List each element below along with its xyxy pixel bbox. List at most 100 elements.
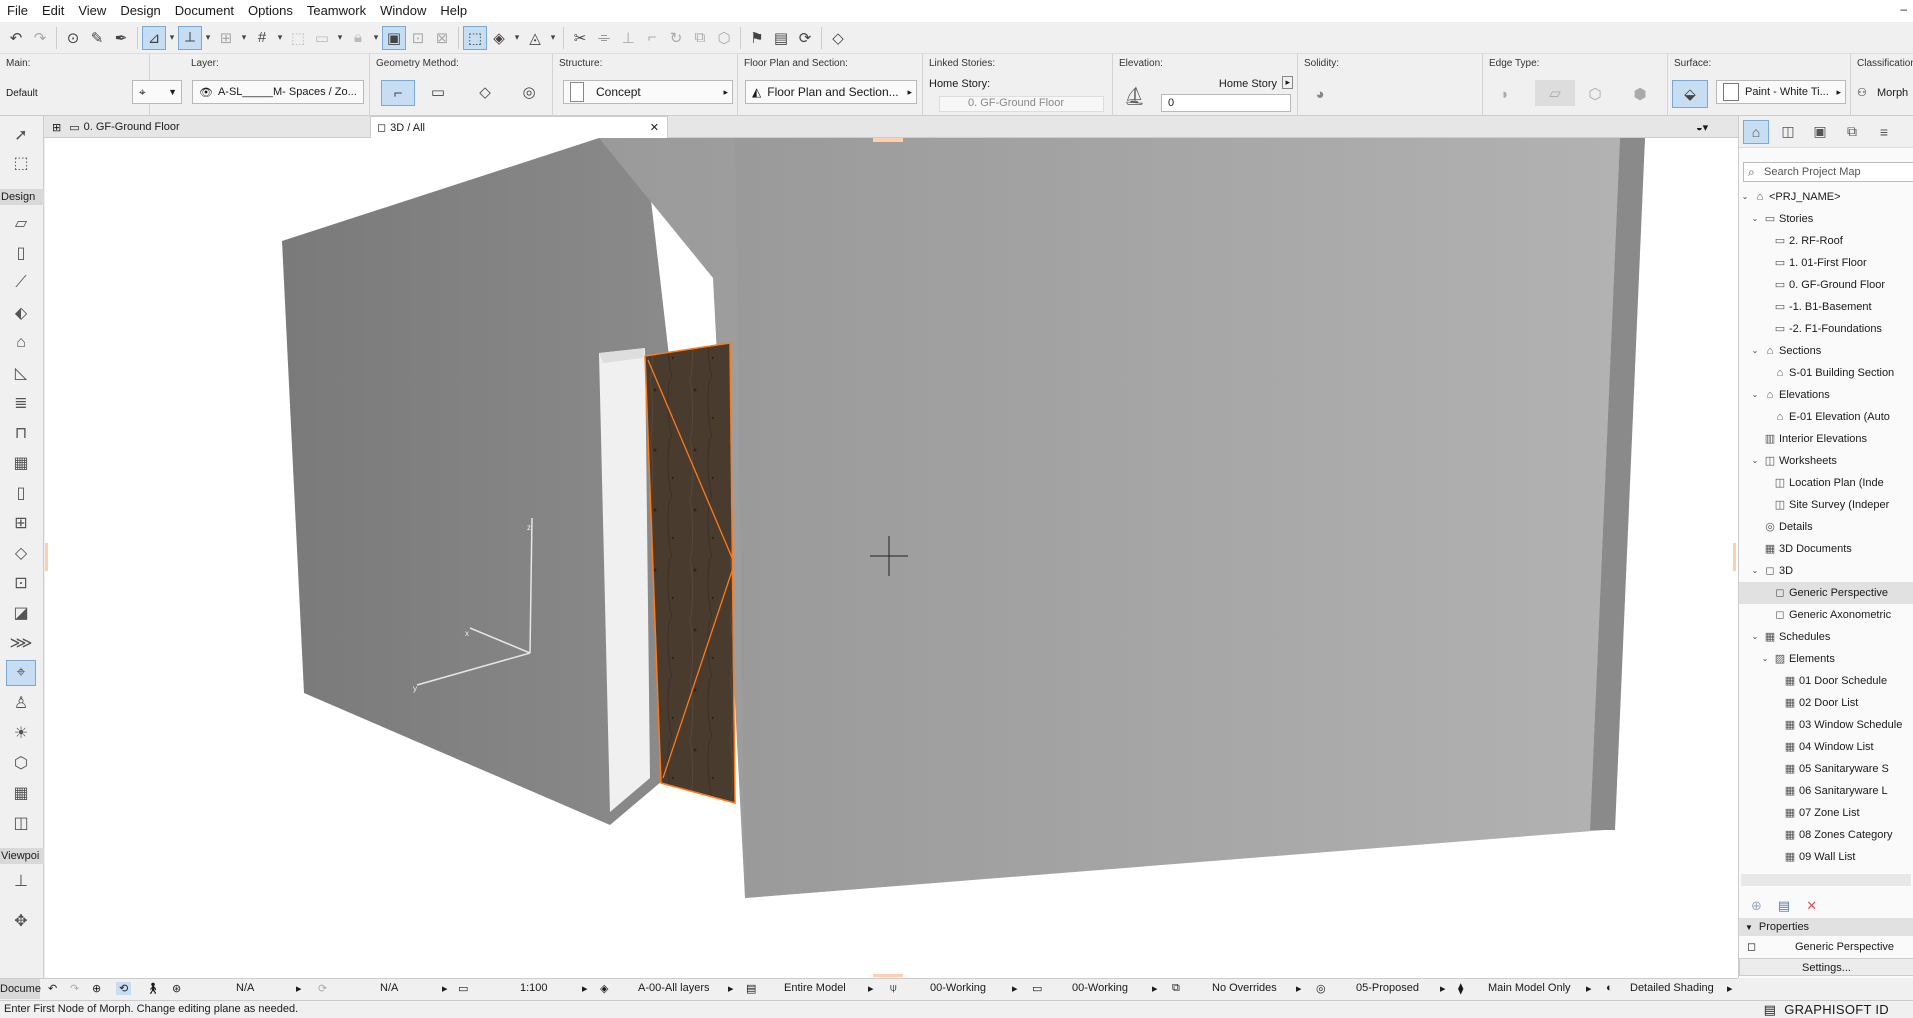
- pick-up-icon[interactable]: ✎: [85, 26, 109, 50]
- tree-item[interactable]: ▦ 09 Wall List: [1769, 846, 1856, 868]
- snap-guides-icon[interactable]: ⟂: [178, 25, 202, 50]
- offset-all-icon[interactable]: ⬡: [712, 26, 736, 50]
- elevation-input[interactable]: 0: [1161, 94, 1291, 112]
- tree-item[interactable]: ▭ 1. 01-First Floor: [1759, 252, 1867, 274]
- chevron-down-icon[interactable]: ⌄: [1739, 186, 1751, 208]
- tree-item[interactable]: ⌄ ▨ Elements: [1759, 648, 1835, 670]
- stair-tool-icon[interactable]: ≣: [6, 390, 36, 416]
- chevron-down-icon[interactable]: ⌄: [1759, 648, 1771, 670]
- design-label[interactable]: Design: [0, 189, 44, 205]
- tree-item[interactable]: ▭ -1. B1-Basement: [1759, 296, 1872, 318]
- menu-help[interactable]: Help: [433, 0, 474, 22]
- menu-options[interactable]: Options: [241, 0, 300, 22]
- geometry-polyline-icon[interactable]: ⌐: [381, 80, 415, 106]
- guide-lines-icon[interactable]: ⊿: [142, 25, 166, 50]
- chevron-right-icon[interactable]: ▸: [296, 982, 302, 995]
- tree-item[interactable]: ⌄ ▦ Schedules: [1749, 626, 1831, 648]
- chevron-right-icon[interactable]: ▸: [1586, 982, 1592, 995]
- chevron-right-icon[interactable]: ▸: [1152, 982, 1158, 995]
- orbit-icon[interactable]: ⟲: [116, 982, 132, 995]
- tree-item[interactable]: ⌄ ⌂ Sections: [1749, 340, 1822, 362]
- tree-item[interactable]: ▦ 06 Sanitaryware L: [1769, 780, 1888, 802]
- surface-paint-icon[interactable]: ⬙: [1672, 80, 1708, 108]
- railing-tool-icon[interactable]: ⊓: [6, 420, 36, 446]
- chevron-down-icon[interactable]: ▾: [202, 26, 214, 50]
- mesh-tool-icon[interactable]: ⋙: [6, 630, 36, 656]
- tree-item[interactable]: ⌄ ◻ 3D: [1749, 560, 1793, 582]
- offset-icon[interactable]: ⧉: [688, 26, 712, 50]
- chevron-right-icon[interactable]: ▸: [1012, 982, 1018, 995]
- shell-tool-icon[interactable]: ◺: [6, 360, 36, 386]
- tree-item[interactable]: ⌄ ▭ Stories: [1749, 208, 1814, 230]
- add-icon[interactable]: ⊕: [1751, 898, 1762, 914]
- section-tool-icon[interactable]: ◫: [6, 810, 36, 836]
- layout-book-icon[interactable]: ▣: [1807, 120, 1833, 144]
- tree-item[interactable]: ▦ 3D Documents: [1749, 538, 1852, 560]
- tree-item[interactable]: ▦ 08 Zones Category: [1769, 824, 1893, 846]
- distribute-icon[interactable]: ⊠: [430, 26, 454, 50]
- marquee-icon[interactable]: ⬚: [463, 25, 487, 50]
- solid-operations-icon[interactable]: ◬: [523, 26, 547, 50]
- roof-tool-icon[interactable]: ⌂: [6, 330, 36, 356]
- bimx-icon[interactable]: ◇: [826, 26, 850, 50]
- menu-edit[interactable]: Edit: [35, 0, 71, 22]
- redo-zoom-icon[interactable]: ↷: [70, 982, 79, 995]
- adjust-icon[interactable]: ⌯: [592, 26, 616, 50]
- undo-icon[interactable]: ↶: [4, 26, 28, 50]
- home-story-select[interactable]: 0. GF-Ground Floor: [939, 96, 1104, 112]
- zone-tool-icon[interactable]: ⬡: [6, 750, 36, 776]
- tree-item[interactable]: ⌄ ⌂ <PRJ_NAME>: [1739, 186, 1841, 208]
- tree-item[interactable]: ▦ 07 Zone List: [1769, 802, 1860, 824]
- tree-item[interactable]: ◻ Generic Axonometric: [1759, 604, 1891, 626]
- tree-item[interactable]: ▦ 01 Door Schedule: [1769, 670, 1887, 692]
- grid-element-tool-icon[interactable]: ▦: [6, 780, 36, 806]
- grid-icon[interactable]: #: [250, 26, 274, 50]
- mvo-value[interactable]: 00-Working: [1072, 982, 1128, 994]
- menu-document[interactable]: Document: [168, 0, 241, 22]
- edge-hidden-icon[interactable]: ⬡: [1583, 82, 1607, 106]
- rotate-icon[interactable]: ↻: [664, 26, 688, 50]
- layer-combination[interactable]: A-00-All layers: [638, 982, 710, 994]
- trim-icon[interactable]: ⊥: [616, 26, 640, 50]
- chevron-right-icon[interactable]: ▸: [1282, 76, 1293, 89]
- tree-item[interactable]: ▦ 05 Sanitaryware S: [1769, 758, 1889, 780]
- project-map-icon[interactable]: ⌂: [1743, 119, 1769, 144]
- flag-icon[interactable]: ⚑: [745, 26, 769, 50]
- menu-window[interactable]: Window: [373, 0, 433, 22]
- chevron-down-icon[interactable]: ⌄: [1749, 208, 1761, 230]
- chevron-right-icon[interactable]: ▸: [1296, 982, 1302, 995]
- view-options[interactable]: ◒▾: [1690, 116, 1736, 138]
- edge-custom-icon[interactable]: ⬢: [1628, 82, 1652, 106]
- suspend-groups-icon[interactable]: ▣: [382, 25, 406, 50]
- structure-dropdown[interactable]: Concept ▸: [563, 80, 733, 104]
- 3d-viewport[interactable]: z y x: [45, 138, 1738, 978]
- geometry-revolved-icon[interactable]: ◎: [517, 80, 541, 104]
- lock-icon[interactable]: 🔒︎: [346, 26, 370, 50]
- favorites-dropdown[interactable]: ⌖ ▼: [132, 80, 182, 104]
- view-settings-icon[interactable]: ◒▾: [1696, 121, 1708, 134]
- beam-tool-icon[interactable]: ⟋: [6, 270, 36, 296]
- document-label[interactable]: Docume: [0, 979, 41, 999]
- copy-icon[interactable]: ▭: [310, 26, 334, 50]
- chevron-down-icon[interactable]: ▾: [370, 26, 382, 50]
- geometry-box-icon[interactable]: ▭: [426, 80, 450, 104]
- tree-item[interactable]: ▦ 04 Window List: [1769, 736, 1874, 758]
- fillet-icon[interactable]: ⌐: [640, 26, 664, 50]
- tree-item[interactable]: ▦ 02 Door List: [1769, 692, 1859, 714]
- level-tool-icon[interactable]: ⊥: [6, 868, 36, 894]
- tree-item[interactable]: ▭ -2. F1-Foundations: [1759, 318, 1882, 340]
- chevron-down-icon[interactable]: ▾: [547, 26, 559, 50]
- properties-header[interactable]: ▼ Properties: [1739, 918, 1913, 936]
- tree-item[interactable]: ◎ Details: [1749, 516, 1812, 538]
- edge-hard-icon[interactable]: ▱: [1535, 80, 1575, 106]
- geometry-rotated-box-icon[interactable]: ◇: [473, 80, 497, 104]
- minimize-icon[interactable]: –: [1900, 2, 1907, 16]
- chevron-down-icon[interactable]: ▾: [334, 26, 346, 50]
- sync-icon[interactable]: ⟳: [793, 26, 817, 50]
- corner-window-tool-icon[interactable]: ⊡: [6, 570, 36, 596]
- tab-list-icon[interactable]: ⊞: [52, 121, 61, 134]
- marquee-tool-icon[interactable]: ⬚: [6, 150, 36, 176]
- tree-item[interactable]: ⌄ ⌂ Elevations: [1749, 384, 1830, 406]
- undo-zoom-icon[interactable]: ↶: [48, 982, 57, 995]
- graphisoft-id[interactable]: ▤ GRAPHISOFT ID: [1764, 1001, 1889, 1018]
